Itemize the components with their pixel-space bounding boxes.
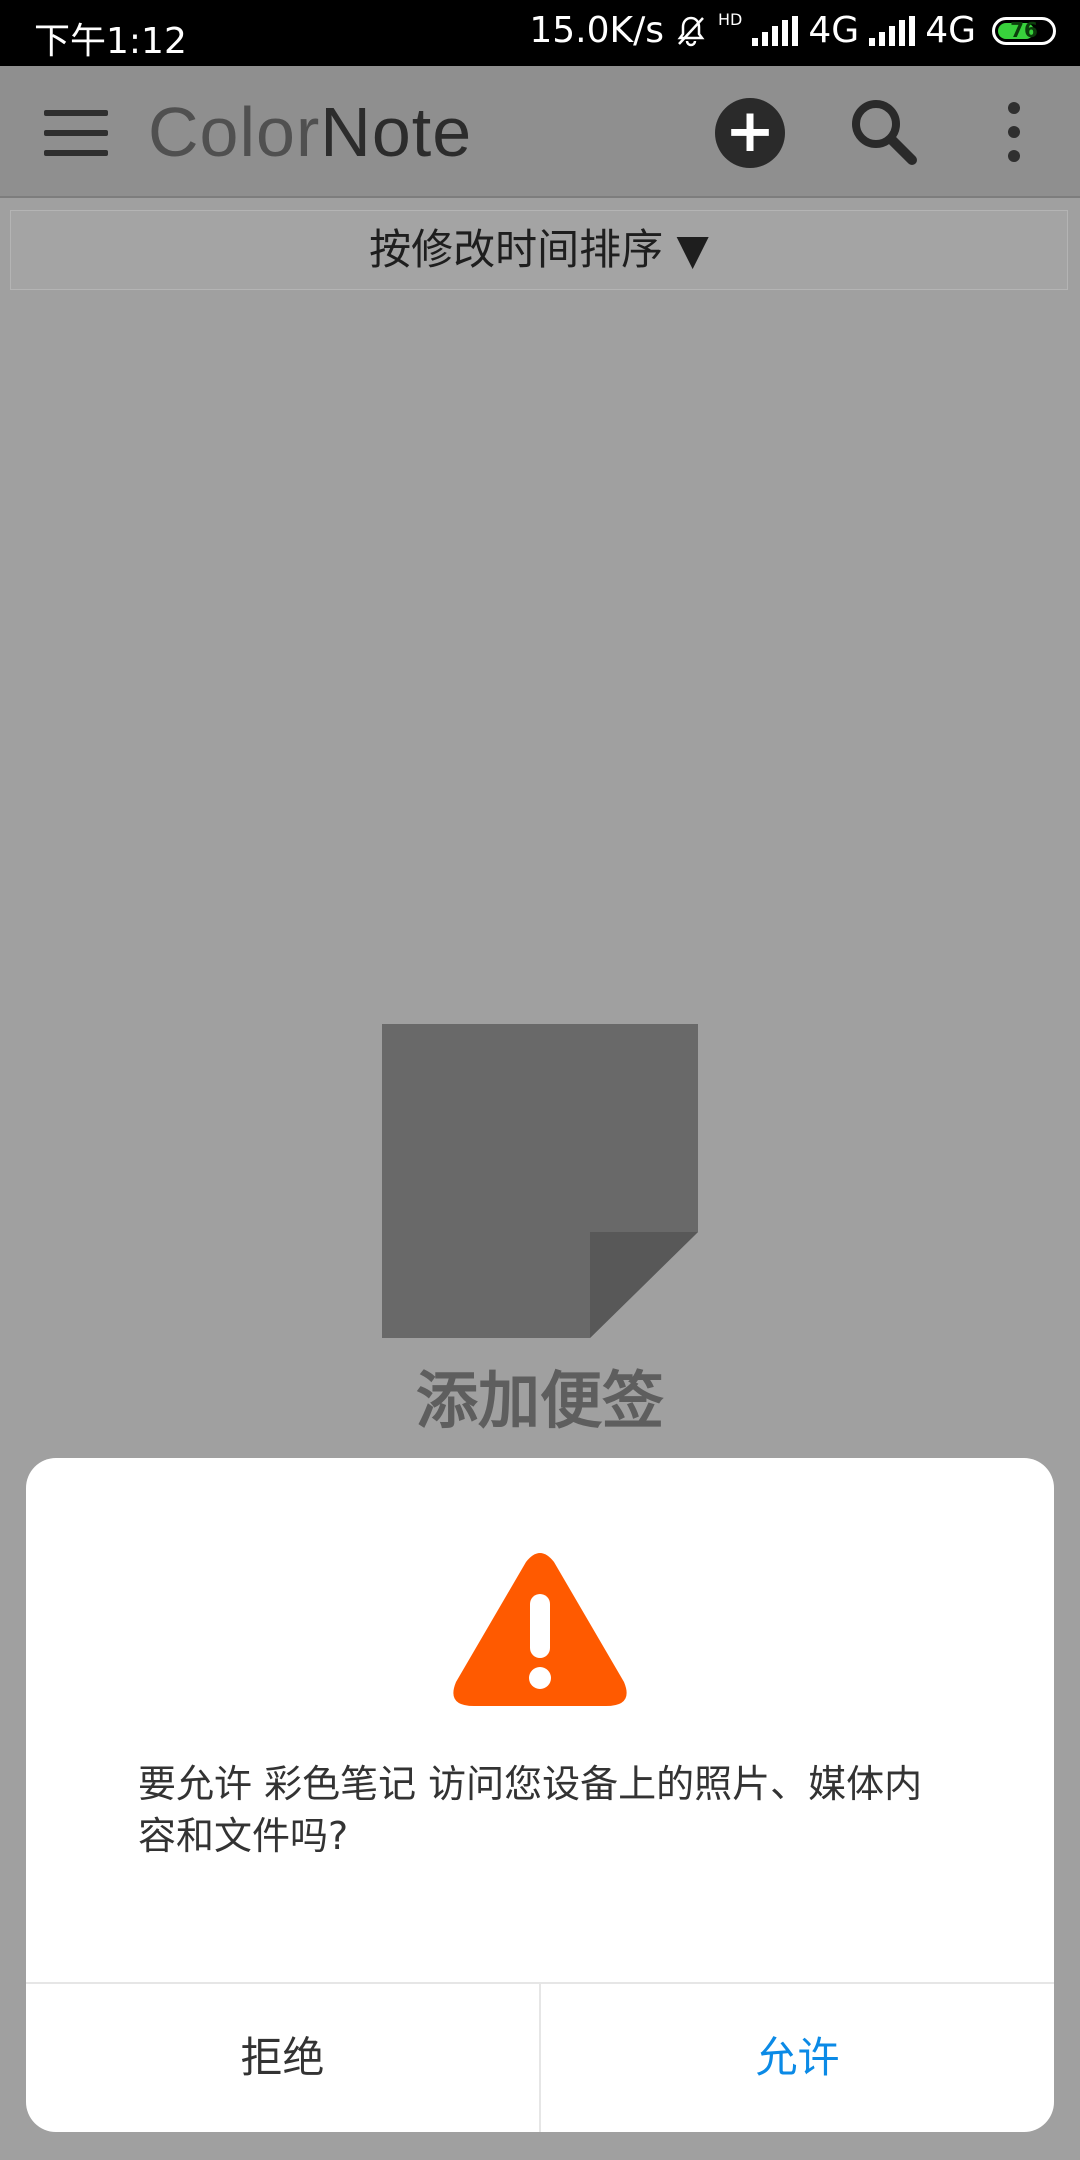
app-logo: ColorNote [148, 92, 472, 172]
warning-icon [453, 1553, 627, 1706]
battery-level: 76 [1010, 17, 1038, 42]
add-note-label[interactable]: 添加便签 [0, 1350, 1080, 1440]
deny-button[interactable]: 拒绝 [26, 1984, 541, 2132]
status-indicators: 15.0K/s HD 4G 4G 76 [529, 10, 1056, 51]
signal-icon-2 [869, 15, 916, 46]
battery-icon: 76 [992, 16, 1056, 45]
permission-dialog: 要允许 彩色笔记 访问您设备上的照片、媒体内容和文件吗? 拒绝 允许 [26, 1458, 1054, 2132]
more-vert-icon[interactable] [1000, 102, 1028, 166]
app-bar: ColorNote + [0, 66, 1080, 198]
net-speed: 15.0K/s [529, 10, 665, 51]
status-bar: 下午1:12 15.0K/s HD 4G 4G 76 [0, 0, 1080, 66]
dialog-actions: 拒绝 允许 [26, 1982, 1054, 2132]
network-type-2: 4G [925, 10, 976, 51]
search-icon[interactable] [848, 96, 920, 168]
signal-icon [752, 15, 799, 46]
menu-icon[interactable] [44, 110, 108, 156]
add-note-button[interactable]: + [715, 98, 785, 168]
logo-text-note: Note [320, 93, 473, 171]
dialog-message: 要允许 彩色笔记 访问您设备上的照片、媒体内容和文件吗? [138, 1762, 923, 1858]
note-placeholder-icon[interactable] [382, 1024, 698, 1338]
hd-label: HD [718, 10, 743, 29]
status-time: 下午1:12 [34, 21, 187, 62]
network-type-1: 4G [808, 10, 860, 51]
bell-muted-icon [677, 16, 705, 46]
allow-button[interactable]: 允许 [541, 1984, 1054, 2132]
logo-text-color: Color [148, 93, 321, 171]
sort-selector[interactable]: 按修改时间排序 ▼ [10, 210, 1068, 290]
